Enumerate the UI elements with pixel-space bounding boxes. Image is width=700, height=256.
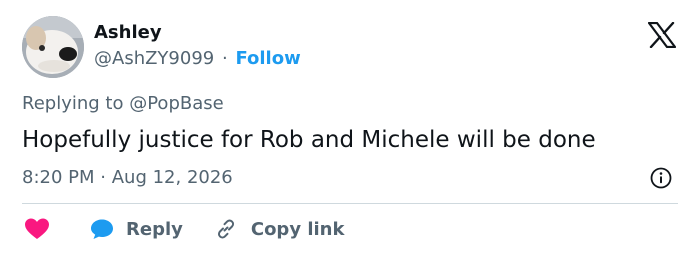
copy-link-button[interactable]: Copy link xyxy=(215,218,345,240)
tweet-date: Aug 12, 2026 xyxy=(111,167,233,188)
heart-icon xyxy=(25,218,49,239)
tweet-time: 8:20 PM xyxy=(22,167,95,188)
link-icon xyxy=(217,219,234,239)
info-icon[interactable] xyxy=(650,167,672,189)
author-name[interactable]: Ashley xyxy=(94,22,162,44)
timestamp-separator: · xyxy=(100,167,106,188)
copy-link-label: Copy link xyxy=(250,218,345,240)
follow-button[interactable]: Follow xyxy=(235,48,300,69)
avatar[interactable] xyxy=(22,16,84,78)
replying-mention[interactable]: @PopBase xyxy=(129,93,223,114)
author-handle-row: @AshZY9099 · Follow xyxy=(94,48,301,70)
replying-to: Replying to @PopBase xyxy=(22,92,224,116)
reply-label: Reply xyxy=(126,218,183,240)
action-bar: Reply Copy link xyxy=(22,214,344,244)
handle-separator: · xyxy=(221,48,228,69)
replying-prefix: Replying to xyxy=(22,93,124,114)
divider xyxy=(22,203,678,204)
x-logo-icon[interactable] xyxy=(647,21,677,49)
like-button[interactable] xyxy=(22,217,50,241)
author-handle[interactable]: @AshZY9099 xyxy=(94,48,214,69)
tweet-timestamp[interactable]: 8:20 PM · Aug 12, 2026 xyxy=(22,166,233,190)
speech-bubble-icon xyxy=(91,219,113,239)
tweet-text: Hopefully justice for Rob and Michele wi… xyxy=(22,127,596,153)
reply-button[interactable]: Reply xyxy=(90,218,183,240)
